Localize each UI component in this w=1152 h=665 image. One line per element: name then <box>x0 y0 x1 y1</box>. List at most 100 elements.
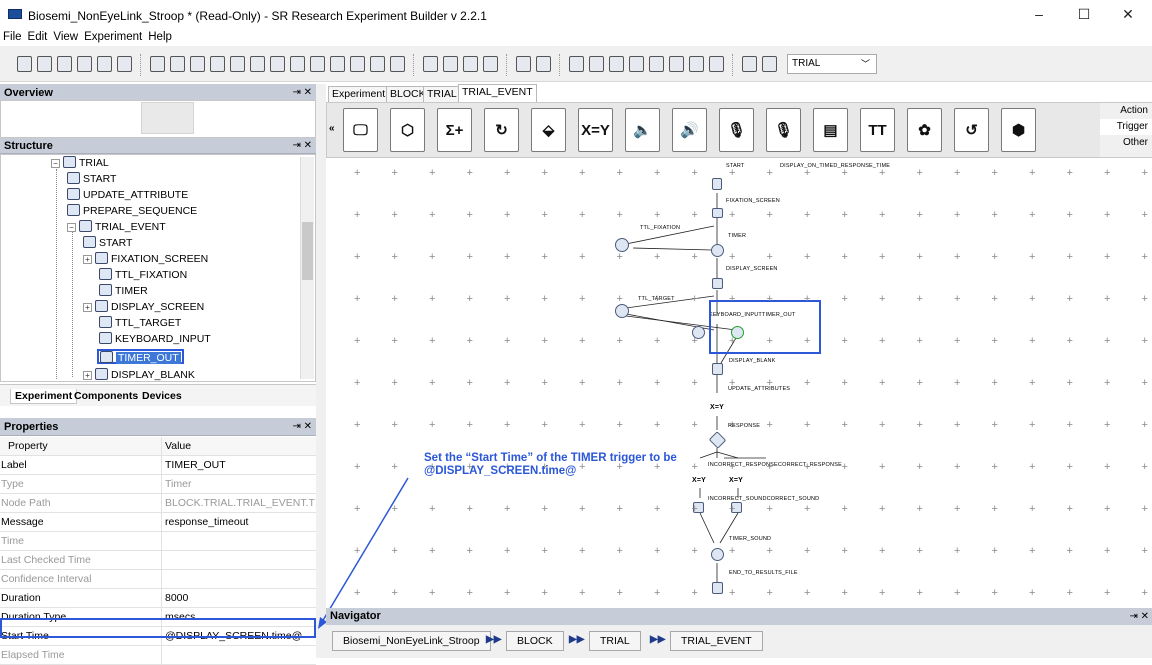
terminate-icon[interactable]: ⬢ <box>1001 108 1036 152</box>
play-sound-icon[interactable]: 🔈 <box>625 108 660 152</box>
clean-icon[interactable] <box>290 56 305 72</box>
run-icon[interactable] <box>443 56 458 72</box>
property-value[interactable]: response_timeout <box>165 513 316 532</box>
text-icon[interactable]: TT <box>860 108 895 152</box>
palette-category-action[interactable]: Action <box>1100 103 1152 119</box>
eyelink-icon[interactable]: ✿ <box>907 108 942 152</box>
build-icon[interactable] <box>350 56 365 72</box>
minimize-button[interactable]: – <box>1019 4 1059 24</box>
zoom-icon[interactable] <box>569 56 584 72</box>
display-blank-node[interactable] <box>712 363 723 375</box>
property-row[interactable]: Label TIMER_OUT <box>0 456 316 475</box>
palette-category-other[interactable]: Other <box>1100 135 1152 151</box>
accumulator-icon[interactable]: Σ+ <box>437 108 472 152</box>
paste-special-icon[interactable] <box>250 56 265 72</box>
menu-file[interactable]: File <box>0 28 25 46</box>
tree-item-selected[interactable]: TIMER_OUT <box>97 349 184 364</box>
update-attribute-icon[interactable]: X=Y <box>578 108 613 152</box>
undo-icon[interactable] <box>150 56 165 72</box>
property-value[interactable] <box>165 551 316 570</box>
property-value[interactable]: TIMER_OUT <box>165 456 316 475</box>
check-icon[interactable] <box>330 56 345 72</box>
paste-icon[interactable] <box>230 56 245 72</box>
property-row[interactable]: Message response_timeout <box>0 513 316 532</box>
tab-devices[interactable]: Devices <box>138 389 186 403</box>
tree-item[interactable]: TTL_TARGET <box>99 316 181 331</box>
display-screen-node[interactable] <box>712 278 723 289</box>
close-button[interactable]: ✕ <box>1108 4 1148 24</box>
crumb-trial[interactable]: TRIAL <box>589 631 641 651</box>
redo-icon[interactable] <box>170 56 185 72</box>
tree-item[interactable]: TRIAL_EVENT <box>79 220 166 235</box>
crumb-trial-event[interactable]: TRIAL_EVENT <box>670 631 763 651</box>
menu-experiment[interactable]: Experiment <box>81 28 145 46</box>
back-icon[interactable] <box>516 56 531 72</box>
open-icon[interactable] <box>37 56 52 72</box>
panel-controls-icon[interactable]: ⇥ ✕ <box>292 418 312 436</box>
ttl-target-node[interactable] <box>615 304 629 318</box>
tab-trial-event[interactable]: TRIAL_EVENT <box>458 84 537 102</box>
palette-scroll-left-icon[interactable]: « <box>329 123 335 134</box>
tree-item[interactable]: START <box>83 236 132 251</box>
sequence-dropdown[interactable]: TRIAL ﹀ <box>787 54 877 74</box>
zoom-in-icon[interactable] <box>589 56 604 72</box>
play-sound-control-icon[interactable]: 🔊 <box>672 108 707 152</box>
property-row[interactable]: Duration 8000 <box>0 589 316 608</box>
layout-icon[interactable] <box>649 56 664 72</box>
prepare-sequence-icon[interactable]: ↻ <box>484 108 519 152</box>
zoom-out-icon[interactable] <box>609 56 624 72</box>
link-icon[interactable] <box>762 56 777 72</box>
tree-item[interactable]: UPDATE_ATTRIBUTE <box>67 188 188 203</box>
tab-experiment-editor[interactable]: Experiment <box>328 86 390 102</box>
tree-item[interactable]: FIXATION_SCREEN <box>95 252 208 267</box>
property-row[interactable]: Confidence Interval <box>0 570 316 589</box>
property-row[interactable]: Type Timer <box>0 475 316 494</box>
menu-edit[interactable]: Edit <box>25 28 51 46</box>
property-value[interactable]: BLOCK.TRIAL.TRIAL_EVENT.TIM... <box>165 494 316 513</box>
library-icon[interactable] <box>370 56 385 72</box>
crumb-experiment[interactable]: Biosemi_NonEyeLink_Stroop <box>332 631 491 651</box>
tree-item[interactable]: TIMER <box>99 284 148 299</box>
start-node[interactable] <box>712 178 722 190</box>
property-row[interactable]: Node PathBLOCK.TRIAL.TRIAL_EVENT.TIM... <box>0 494 316 513</box>
new-window-icon[interactable] <box>689 56 704 72</box>
display-screen-icon[interactable]: 🖵 <box>343 108 378 152</box>
collapse-icon[interactable]: − <box>67 223 76 232</box>
tree-item[interactable]: KEYBOARD_INPUT <box>99 332 211 347</box>
drift-correct-icon[interactable]: ⬡ <box>390 108 425 152</box>
menu-help[interactable]: Help <box>145 28 175 46</box>
forward-icon[interactable] <box>536 56 551 72</box>
delete-icon[interactable] <box>270 56 285 72</box>
panel-controls-icon[interactable]: ⇥ ✕ <box>1129 608 1149 625</box>
menu-view[interactable]: View <box>50 28 81 46</box>
property-row[interactable]: Elapsed Time <box>0 646 316 665</box>
screen-icon[interactable] <box>310 56 325 72</box>
node-icon[interactable] <box>742 56 757 72</box>
preferences-icon[interactable] <box>669 56 684 72</box>
property-value[interactable] <box>165 532 316 551</box>
expand-icon[interactable]: + <box>83 255 92 264</box>
overview-thumbnail[interactable] <box>141 102 194 134</box>
results-file-node[interactable] <box>712 582 723 594</box>
tab-experiment[interactable]: Experiment <box>10 389 78 404</box>
ttl-fixation-node[interactable] <box>615 238 629 252</box>
timer-reset-icon[interactable]: ↺ <box>954 108 989 152</box>
deploy-run-icon[interactable] <box>483 56 498 72</box>
property-value[interactable] <box>165 646 316 665</box>
tree-item[interactable]: START <box>67 172 116 187</box>
stop-icon[interactable] <box>463 56 478 72</box>
tab-trial[interactable]: TRIAL <box>423 86 461 102</box>
property-value[interactable]: Timer <box>165 475 316 494</box>
tab-components[interactable]: Components <box>70 389 142 403</box>
cut-icon[interactable] <box>190 56 205 72</box>
panel-controls-icon[interactable]: ⇥ ✕ <box>292 138 312 154</box>
workspace-canvas[interactable]: START DISPLAY_ON_TIMED_RESPONSE_TIME FIX… <box>326 158 1152 608</box>
collapse-icon[interactable]: − <box>51 159 60 168</box>
property-value[interactable]: 8000 <box>165 589 316 608</box>
timer-sound-node[interactable] <box>711 548 724 561</box>
maximize-button[interactable]: ☐ <box>1064 4 1104 24</box>
tree-item[interactable]: TRIAL <box>63 156 109 171</box>
save-as-icon[interactable] <box>77 56 92 72</box>
results-file-icon[interactable]: ▤ <box>813 108 848 152</box>
tree-item[interactable]: DISPLAY_SCREEN <box>95 300 204 315</box>
